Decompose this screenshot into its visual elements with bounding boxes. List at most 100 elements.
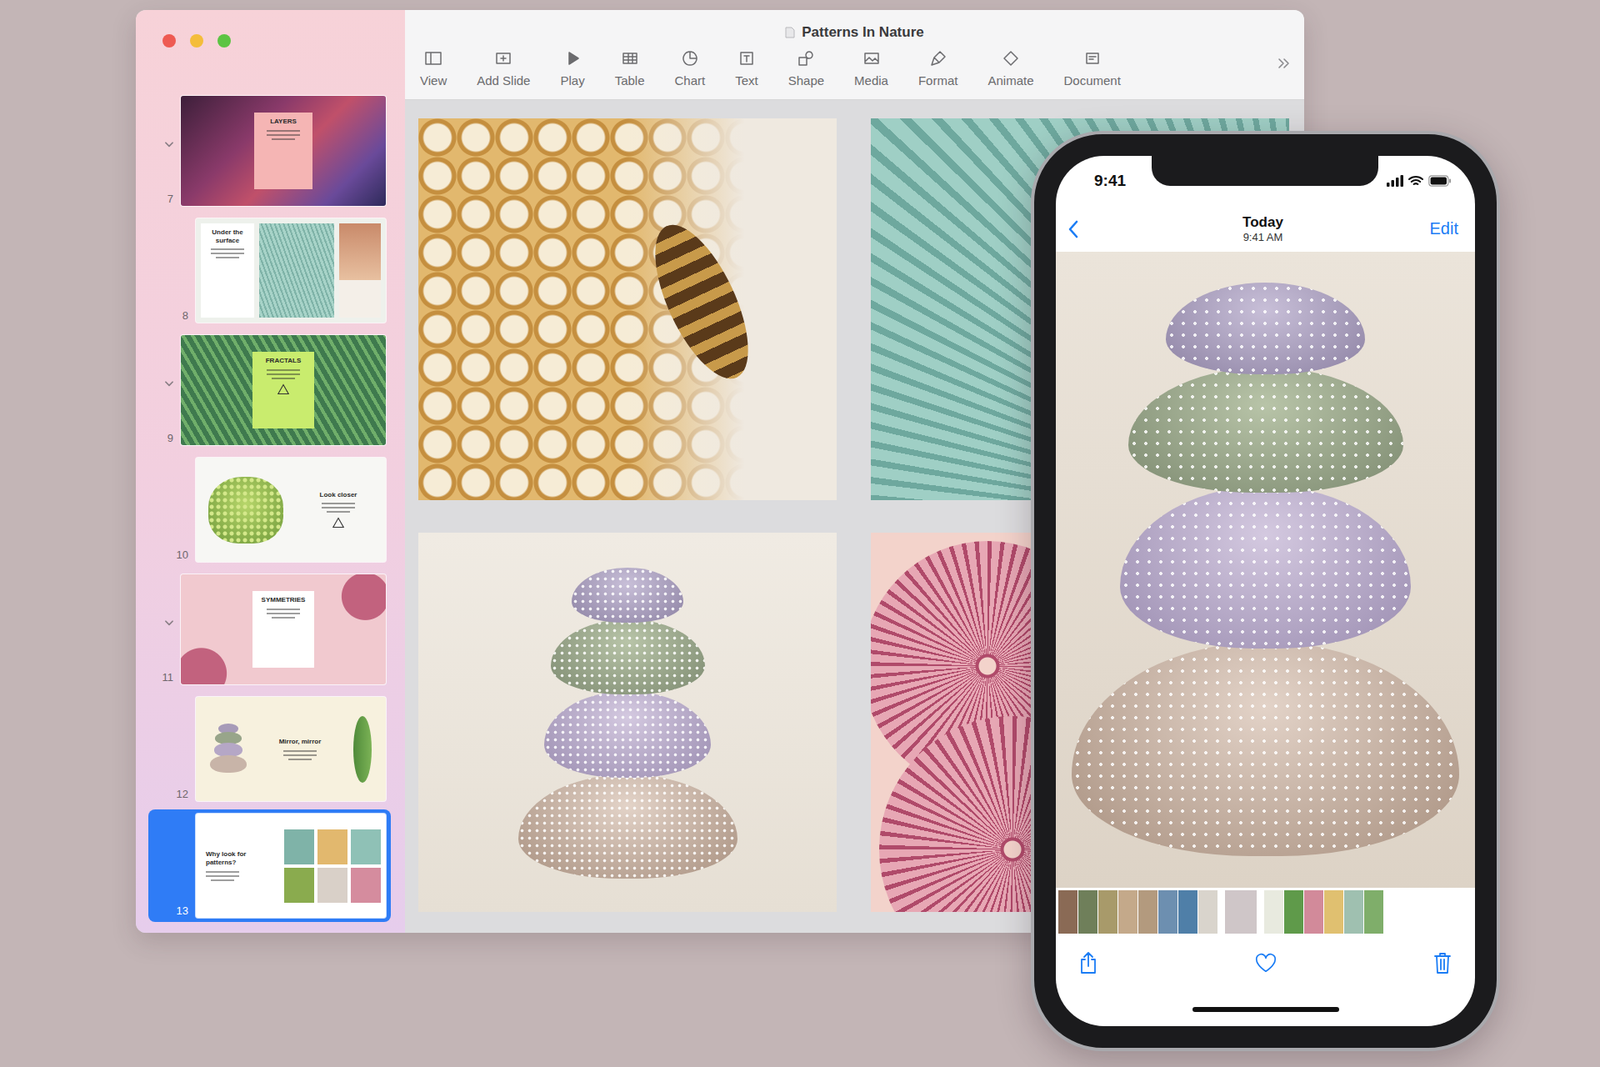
honeycomb-photo[interactable] bbox=[418, 118, 837, 500]
slide-thumbnail[interactable]: Look closer bbox=[195, 457, 386, 562]
edit-button[interactable]: Edit bbox=[1430, 219, 1459, 239]
thumbnail-title: FRACTALS bbox=[265, 356, 302, 365]
disclosure-chevron-icon[interactable] bbox=[163, 138, 175, 150]
triangle-icon bbox=[331, 516, 345, 529]
toolbar-button[interactable]: Add Slide bbox=[470, 48, 537, 89]
strip-thumbnail[interactable] bbox=[1324, 890, 1344, 934]
slide-row[interactable]: 10Look closer bbox=[148, 453, 391, 566]
toolbar-button[interactable]: Play bbox=[553, 48, 591, 89]
photo-view bbox=[1055, 251, 1475, 888]
strip-thumbnail[interactable] bbox=[1178, 890, 1198, 934]
strip-thumbnail[interactable] bbox=[1078, 890, 1098, 934]
toolbar: Patterns In NatureViewAdd SlidePlayTable… bbox=[405, 10, 1305, 100]
slide-thumbnail[interactable]: Mirror, mirror bbox=[195, 696, 386, 801]
row-gutter: 11 bbox=[148, 574, 181, 685]
strip-thumbnail[interactable] bbox=[1118, 890, 1138, 934]
heart-icon[interactable] bbox=[1255, 950, 1277, 975]
disclosure-chevron-icon[interactable] bbox=[163, 616, 175, 629]
toolbar-icon bbox=[861, 48, 882, 69]
slide-thumbnail[interactable]: FRACTALS bbox=[180, 335, 386, 445]
strip-thumbnail[interactable] bbox=[1284, 890, 1304, 934]
strip-thumbnail[interactable] bbox=[1198, 890, 1218, 934]
toolbar-button[interactable]: View bbox=[413, 48, 454, 89]
strip-thumbnail[interactable] bbox=[1304, 890, 1324, 934]
thumbnail-photo bbox=[350, 867, 381, 903]
toolbar-icon bbox=[1000, 48, 1021, 69]
toolbar-icon bbox=[928, 48, 949, 69]
urchin-photo[interactable] bbox=[418, 532, 837, 912]
slide-row[interactable]: 7LAYERS bbox=[148, 91, 391, 210]
toolbar-button[interactable]: Chart bbox=[668, 48, 713, 89]
toolbar-button[interactable]: Text bbox=[728, 48, 765, 89]
photo-strip bbox=[1055, 890, 1475, 934]
slide-row[interactable]: 12Mirror, mirror bbox=[148, 692, 391, 805]
thumbnail-body bbox=[266, 608, 300, 619]
toolbar-button[interactable]: Shape bbox=[781, 48, 831, 89]
slide-thumbnail[interactable]: Under the surface bbox=[195, 218, 386, 323]
slide-row[interactable]: 13 Why look for patterns? bbox=[148, 809, 391, 922]
close-button[interactable] bbox=[162, 34, 176, 48]
toolbar-button[interactable]: Media bbox=[847, 48, 895, 89]
thumbnail-body bbox=[266, 130, 300, 140]
slide-number: 8 bbox=[182, 309, 189, 323]
toolbar-icon bbox=[795, 48, 816, 69]
strip-thumbnail[interactable] bbox=[1058, 890, 1078, 934]
toolbar-label: Play bbox=[560, 73, 585, 89]
thumbnail-body bbox=[205, 870, 240, 881]
toolbar-label: Shape bbox=[788, 73, 825, 89]
toolbar-icon bbox=[423, 48, 444, 69]
slide-thumbnail[interactable]: LAYERS bbox=[180, 95, 386, 206]
toolbar-button[interactable]: Table bbox=[608, 48, 652, 89]
strip-thumbnail[interactable] bbox=[1344, 890, 1364, 934]
iphone: 9:41Today9:41 AMEdit bbox=[1030, 130, 1500, 1051]
thumbnail-photo bbox=[259, 223, 335, 318]
toolbar-label: Animate bbox=[987, 73, 1034, 89]
disclosure-chevron-icon[interactable] bbox=[163, 377, 175, 390]
nav-title-group: Today9:41 AM bbox=[1242, 213, 1284, 245]
toolbar-button[interactable]: Document bbox=[1057, 48, 1128, 89]
more-tools-icon[interactable] bbox=[1275, 55, 1293, 72]
zoom-button[interactable] bbox=[217, 34, 231, 48]
thumbnail-photo-grid bbox=[284, 829, 381, 903]
thumbnail-title: Look closer bbox=[320, 490, 358, 500]
row-gutter: 13 bbox=[148, 813, 196, 918]
strip-thumbnail[interactable] bbox=[1098, 890, 1118, 934]
back-chevron-icon[interactable] bbox=[1067, 219, 1080, 240]
page: 7LAYERS 8 Under the surface 9 FRACTALS 10Look… bbox=[0, 0, 1600, 1067]
slide-row[interactable]: 8 Under the surface bbox=[148, 214, 391, 327]
photo-toolbar bbox=[1055, 933, 1475, 992]
strip-thumbnail[interactable] bbox=[1158, 890, 1178, 934]
slide-row[interactable]: 11SYMMETRIES bbox=[148, 570, 391, 689]
bee bbox=[635, 211, 767, 391]
toolbar-label: Format bbox=[918, 73, 959, 89]
toolbar-button[interactable]: Animate bbox=[980, 48, 1040, 89]
document-icon bbox=[785, 26, 795, 39]
slide-row[interactable]: 9 FRACTALS bbox=[148, 330, 391, 450]
strip-thumbnail[interactable] bbox=[1364, 890, 1384, 934]
row-gutter: 12 bbox=[148, 696, 196, 801]
minimize-button[interactable] bbox=[190, 34, 204, 48]
thumbnail-urchin bbox=[210, 755, 247, 773]
slide-number: 9 bbox=[167, 431, 174, 445]
toolbar-icon bbox=[1082, 48, 1103, 69]
thumbnail-photo bbox=[317, 867, 348, 903]
thumbnail-title: Under the surface bbox=[205, 228, 250, 245]
home-indicator[interactable] bbox=[1192, 1006, 1340, 1012]
toolbar-label: Text bbox=[735, 73, 759, 89]
trash-icon[interactable] bbox=[1431, 950, 1454, 975]
thumbnail-card: Look closer bbox=[303, 485, 374, 535]
share-icon[interactable] bbox=[1077, 950, 1100, 975]
thumbnail-card: FRACTALS bbox=[252, 351, 315, 429]
strip-thumbnail[interactable] bbox=[1225, 890, 1257, 934]
strip-thumbnail[interactable] bbox=[1138, 890, 1158, 934]
thumbnail-card: Under the surface bbox=[200, 223, 255, 318]
thumbnail-body bbox=[266, 369, 300, 380]
urchin bbox=[544, 690, 711, 778]
slide-number: 13 bbox=[176, 904, 189, 918]
toolbar-label: Add Slide bbox=[476, 73, 530, 89]
slide-thumbnail[interactable]: SYMMETRIES bbox=[180, 574, 386, 685]
strip-thumbnail[interactable] bbox=[1264, 890, 1284, 934]
slide-thumbnail[interactable]: Why look for patterns? bbox=[195, 813, 386, 918]
nav-title: Today bbox=[1242, 213, 1284, 231]
toolbar-button[interactable]: Format bbox=[911, 48, 965, 89]
